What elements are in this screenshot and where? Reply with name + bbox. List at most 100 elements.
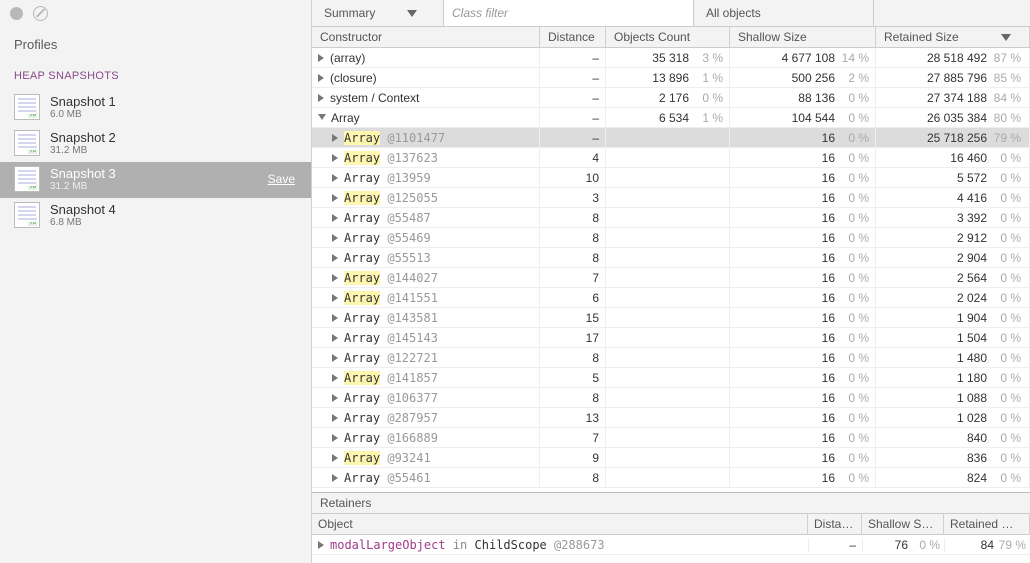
retained-size-cell: 1 4800 % — [876, 348, 1030, 367]
shallow-size-cell: 4 677 10814 % — [730, 48, 876, 67]
snapshot-item[interactable]: Snapshot 231.2 MB — [0, 126, 311, 162]
table-row[interactable]: Array @554618160 %8240 % — [312, 468, 1030, 488]
objects-count-cell: 6 5341 % — [606, 108, 730, 127]
retained-size-cell: 1 0880 % — [876, 388, 1030, 407]
constructor-cell: Array @141551 — [312, 288, 540, 307]
expand-icon[interactable] — [332, 374, 338, 382]
retained-size-cell: 3 3920 % — [876, 208, 1030, 227]
table-row[interactable]: Array @1250553160 %4 4160 % — [312, 188, 1030, 208]
profiles-heading: Profiles — [0, 27, 311, 58]
expand-icon[interactable] — [332, 414, 338, 422]
expand-icon[interactable] — [332, 194, 338, 202]
table-row[interactable]: Array @28795713160 %1 0280 % — [312, 408, 1030, 428]
table-row[interactable]: Array @1415516160 %2 0240 % — [312, 288, 1030, 308]
constructor-cell: Array @13959 — [312, 168, 540, 187]
table-row[interactable]: Array @1101477–160 %25 718 25679 % — [312, 128, 1030, 148]
objects-count-cell — [606, 468, 730, 487]
expand-icon[interactable] — [332, 394, 338, 402]
distance-cell: – — [540, 108, 606, 127]
col-distance[interactable]: Distance — [540, 27, 606, 47]
distance-cell: 8 — [540, 468, 606, 487]
expand-icon[interactable] — [318, 74, 324, 82]
expand-icon[interactable] — [332, 134, 338, 142]
col-objects-count[interactable]: Objects Count — [606, 27, 730, 47]
retainers-body[interactable]: modalLargeObject in ChildScope @288673 –… — [312, 535, 1030, 563]
table-row[interactable]: Array @14358115160 %1 9040 % — [312, 308, 1030, 328]
snapshot-item[interactable]: Snapshot 331.2 MBSave — [0, 162, 311, 198]
column-headers: Constructor Distance Objects Count Shall… — [312, 27, 1030, 48]
constructor-cell: Array @144027 — [312, 268, 540, 287]
table-row[interactable]: Array @554878160 %3 3920 % — [312, 208, 1030, 228]
view-selector[interactable]: Summary — [312, 0, 444, 26]
shallow-size-cell: 160 % — [730, 328, 876, 347]
retained-size-cell: 1 5040 % — [876, 328, 1030, 347]
table-row[interactable]: system / Context–2 1760 %88 1360 %27 374… — [312, 88, 1030, 108]
retainer-row[interactable]: modalLargeObject in ChildScope @288673 –… — [312, 535, 1030, 555]
ret-col-object[interactable]: Object — [312, 514, 808, 534]
toolbar: Summary All objects — [312, 0, 1030, 27]
expand-icon[interactable] — [332, 174, 338, 182]
col-shallow-size[interactable]: Shallow Size — [730, 27, 876, 47]
table-row[interactable]: Array @932419160 %8360 % — [312, 448, 1030, 468]
expand-icon[interactable] — [332, 214, 338, 222]
distance-cell: 9 — [540, 448, 606, 467]
expand-icon[interactable] — [332, 314, 338, 322]
expand-icon[interactable] — [332, 234, 338, 242]
shallow-size-cell: 104 5440 % — [730, 108, 876, 127]
col-constructor[interactable]: Constructor — [312, 27, 540, 47]
table-row[interactable]: Array @1227218160 %1 4800 % — [312, 348, 1030, 368]
expand-icon[interactable] — [332, 354, 338, 362]
expand-icon[interactable] — [332, 254, 338, 262]
retained-size-cell: 1 1800 % — [876, 368, 1030, 387]
table-row[interactable]: Array @1440277160 %2 5640 % — [312, 268, 1030, 288]
table-row[interactable]: Array @1395910160 %5 5720 % — [312, 168, 1030, 188]
expand-icon[interactable] — [332, 274, 338, 282]
objects-count-cell — [606, 348, 730, 367]
expand-icon[interactable] — [318, 94, 324, 102]
expand-icon[interactable] — [332, 454, 338, 462]
table-row[interactable]: Array @14514317160 %1 5040 % — [312, 328, 1030, 348]
shallow-size-cell: 160 % — [730, 128, 876, 147]
table-row[interactable]: Array @554698160 %2 9120 % — [312, 228, 1030, 248]
retained-size-cell: 16 4600 % — [876, 148, 1030, 167]
shallow-size-cell: 160 % — [730, 448, 876, 467]
retained-size-cell: 2 5640 % — [876, 268, 1030, 287]
retained-size-cell: 27 374 18884 % — [876, 88, 1030, 107]
expand-icon[interactable] — [318, 541, 324, 549]
col-retained-size[interactable]: Retained Size — [876, 27, 1030, 47]
expand-icon[interactable] — [332, 154, 338, 162]
class-filter-input[interactable] — [444, 0, 694, 26]
distance-cell: – — [540, 88, 606, 107]
table-row[interactable]: Array @1418575160 %1 1800 % — [312, 368, 1030, 388]
table-row[interactable]: Array @1063778160 %1 0880 % — [312, 388, 1030, 408]
table-row[interactable]: Array @1668897160 %8400 % — [312, 428, 1030, 448]
expand-icon[interactable] — [332, 334, 338, 342]
table-row[interactable]: (closure)–13 8961 %500 2562 %27 885 7968… — [312, 68, 1030, 88]
snapshot-name: Snapshot 2 — [50, 130, 297, 145]
record-icon[interactable] — [10, 7, 23, 20]
expand-icon[interactable] — [332, 474, 338, 482]
save-link[interactable]: Save — [268, 172, 295, 186]
table-row[interactable]: Array @555138160 %2 9040 % — [312, 248, 1030, 268]
distance-cell: 6 — [540, 288, 606, 307]
expand-icon[interactable] — [332, 434, 338, 442]
snapshot-size: 6.0 MB — [50, 109, 297, 120]
expand-icon[interactable] — [318, 54, 324, 62]
heap-grid[interactable]: (array)–35 3183 %4 677 10814 %28 518 492… — [312, 48, 1030, 492]
main-panel: Summary All objects Constructor Distance… — [312, 0, 1030, 563]
ret-col-retained[interactable]: Retained … — [944, 514, 1030, 534]
objects-scope-selector[interactable]: All objects — [694, 0, 874, 26]
constructor-cell: Array @106377 — [312, 388, 540, 407]
table-row[interactable]: Array–6 5341 %104 5440 %26 035 38480 % — [312, 108, 1030, 128]
table-row[interactable]: (array)–35 3183 %4 677 10814 %28 518 492… — [312, 48, 1030, 68]
ret-col-distance[interactable]: Dista… — [808, 514, 862, 534]
expand-icon[interactable] — [318, 114, 326, 120]
ret-col-shallow[interactable]: Shallow S… — [862, 514, 944, 534]
snapshot-icon — [14, 166, 40, 192]
table-row[interactable]: Array @1376234160 %16 4600 % — [312, 148, 1030, 168]
snapshot-item[interactable]: Snapshot 16.0 MB — [0, 90, 311, 126]
expand-icon[interactable] — [332, 294, 338, 302]
snapshot-item[interactable]: Snapshot 46.8 MB — [0, 198, 311, 234]
clear-icon[interactable] — [33, 6, 48, 21]
shallow-size-cell: 160 % — [730, 228, 876, 247]
